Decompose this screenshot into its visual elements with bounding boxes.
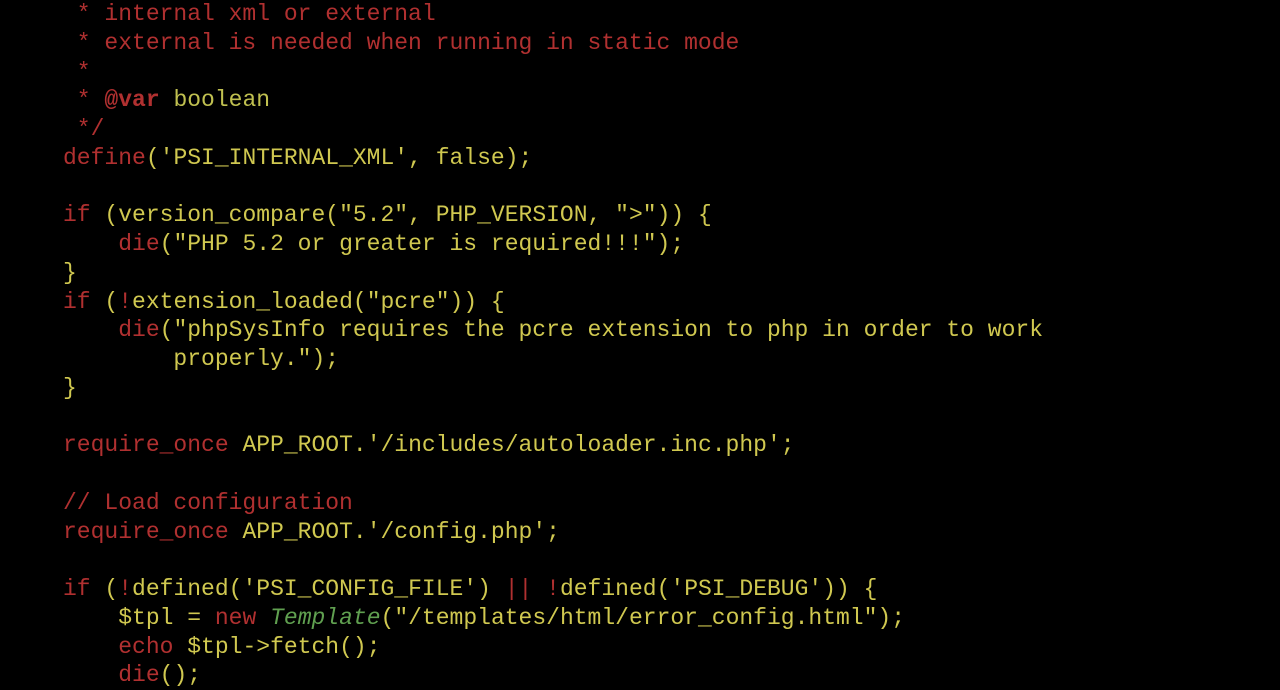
comment-line: // Load configuration (63, 490, 353, 516)
blank-line (63, 404, 77, 430)
code-line: } (63, 375, 77, 401)
code-line: die(); (63, 662, 201, 688)
code-line: if (!defined('PSI_CONFIG_FILE') || !defi… (63, 576, 877, 602)
code-line: echo $tpl->fetch(); (63, 634, 381, 660)
code-line: } (63, 260, 77, 286)
code-editor[interactable]: * internal xml or external * external is… (63, 0, 1280, 690)
comment-line: * internal xml or external (63, 1, 436, 27)
comment-line: * (63, 59, 91, 85)
blank-line (63, 461, 77, 487)
comment-line: */ (63, 116, 104, 142)
blank-line (63, 547, 77, 573)
code-line: define('PSI_INTERNAL_XML', false); (63, 145, 532, 171)
code-line: properly."); (63, 346, 339, 372)
comment-line: * external is needed when running in sta… (63, 30, 739, 56)
code-line: if (!extension_loaded("pcre")) { (63, 289, 505, 315)
code-line: require_once APP_ROOT.'/config.php'; (63, 519, 560, 545)
code-line: require_once APP_ROOT.'/includes/autoloa… (63, 432, 795, 458)
code-line: die("PHP 5.2 or greater is required!!!")… (63, 231, 684, 257)
comment-line: * @var boolean (63, 87, 270, 113)
blank-line (63, 174, 77, 200)
code-line: $tpl = new Template("/templates/html/err… (63, 605, 905, 631)
code-line: if (version_compare("5.2", PHP_VERSION, … (63, 202, 712, 228)
code-line: die("phpSysInfo requires the pcre extens… (63, 317, 1043, 343)
